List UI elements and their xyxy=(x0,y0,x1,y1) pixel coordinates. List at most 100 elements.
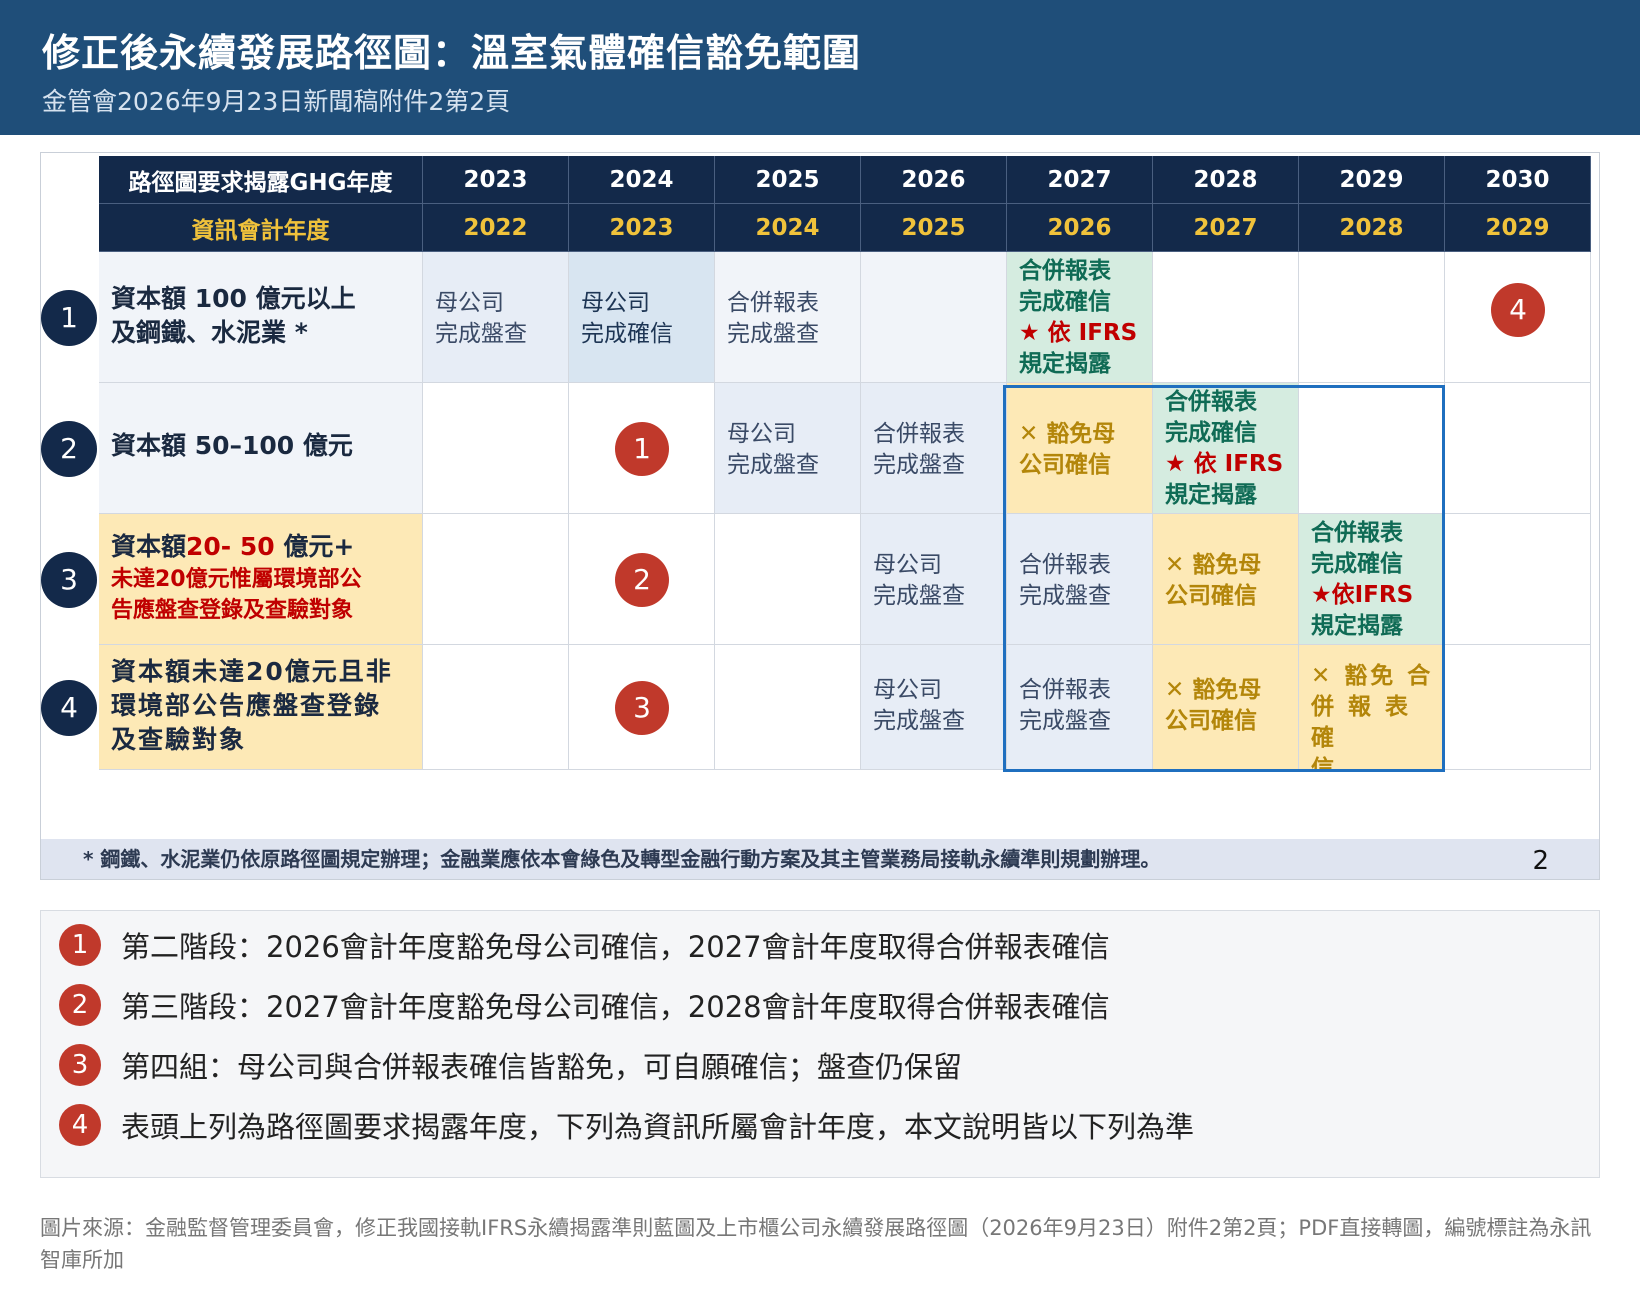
legend-badge-4: 4 xyxy=(59,1104,101,1146)
cell-row4-2025 xyxy=(715,645,861,770)
header-disclosure-label: 路徑圖要求揭露GHG年度 xyxy=(99,156,423,204)
legend-text: 第二階段：2026會計年度豁免母公司確信，2027會計年度取得合併報表確信 xyxy=(121,930,1110,964)
cell-line: 合併報表 xyxy=(1019,258,1111,284)
row-label-tail: 億元+ xyxy=(274,532,355,561)
cell-line: 規定揭露 xyxy=(1019,351,1111,377)
disclosure-year-2029: 2029 xyxy=(1299,156,1445,204)
cell-row2-2023 xyxy=(423,383,569,514)
cell-line: 完成盤查 xyxy=(873,452,965,478)
row-label-3: 資本額20- 50 億元+ 未達20億元惟屬環境部公 告應盤查登錄及查驗對象 xyxy=(99,514,423,645)
cell-row1-2024: 母公司 完成確信 xyxy=(569,252,715,383)
cell-row2-2025: 母公司 完成盤查 xyxy=(715,383,861,514)
row-label-2: 資本額 50–100 億元 xyxy=(99,383,423,514)
accounting-year-2028: 2028 xyxy=(1299,204,1445,252)
exempt-region-box xyxy=(1003,385,1445,772)
legend-text: 第四組：母公司與合併報表確信皆豁免，可自願確信；盤查仍保留 xyxy=(121,1050,963,1084)
accounting-year-2023: 2023 xyxy=(569,204,715,252)
cell-line: 母公司 xyxy=(435,290,504,316)
roadmap-table: 路徑圖要求揭露GHG年度 資訊會計年度 2023 2024 2025 2026 2027 20… xyxy=(99,156,1591,798)
legend-item-2: 2 第三階段：2027會計年度豁免母公司確信，2028會計年度取得合併報表確信 xyxy=(59,981,1110,1029)
row-label-subline: 未達20億元惟屬環境部公 xyxy=(111,567,362,592)
disclosure-year-2025: 2025 xyxy=(715,156,861,204)
row-label-line: 資本額 100 億元以上 xyxy=(111,284,356,313)
cell-row3-2026: 母公司 完成盤查 xyxy=(861,514,1007,645)
footnote: * 鋼鐵、水泥業仍依原路徑圖規定辦理；金融業應依本會綠色及轉型金融行動方案及其主… xyxy=(41,839,1599,879)
row-marker-2: 2 xyxy=(41,420,97,477)
cell-line: 母公司 xyxy=(727,421,796,447)
cell-line: 母公司 xyxy=(581,290,650,316)
page-header: 修正後永續發展路徑圖：溫室氣體確信豁免範圍 金管會2026年9月23日新聞稿附件… xyxy=(0,0,1640,135)
accounting-year-2029: 2029 xyxy=(1445,204,1591,252)
red-marker-1: 1 xyxy=(615,421,669,476)
row-label-subline: 告應盤查登錄及查驗對象 xyxy=(111,598,354,623)
cell-row1-2026 xyxy=(861,252,1007,383)
cell-line: 母公司 xyxy=(873,677,942,703)
row-label-line: 資本額20- 50 億元+ xyxy=(111,530,422,564)
legend-badge-1: 1 xyxy=(59,924,101,966)
cell-row2-2030 xyxy=(1445,383,1591,514)
page-number: 2 xyxy=(1532,846,1549,876)
disclosure-year-2028: 2028 xyxy=(1153,156,1299,204)
row-marker-3: 3 xyxy=(41,551,97,608)
row-label-line: 及鋼鐵、水泥業 * xyxy=(111,318,308,347)
cell-row3-2030 xyxy=(1445,514,1591,645)
cell-line: 母公司 xyxy=(873,552,942,578)
legend-item-1: 1 第二階段：2026會計年度豁免母公司確信，2027會計年度取得合併報表確信 xyxy=(59,921,1110,969)
accounting-year-2022: 2022 xyxy=(423,204,569,252)
cell-line: 完成盤查 xyxy=(873,708,965,734)
red-marker-3: 3 xyxy=(615,680,669,735)
cell-line: 完成盤查 xyxy=(873,583,965,609)
row-label-line: 環境部公告應盤查登錄 xyxy=(111,691,382,720)
row-label-main: 資本額 xyxy=(111,532,187,561)
roadmap-slide: 路徑圖要求揭露GHG年度 資訊會計年度 2023 2024 2025 2026 2027 20… xyxy=(40,152,1600,880)
cell-row1-2028 xyxy=(1153,252,1299,383)
cell-line: 完成確信 xyxy=(581,321,673,347)
cell-line: 完成盤查 xyxy=(435,321,527,347)
accounting-year-2025: 2025 xyxy=(861,204,1007,252)
red-marker-2: 2 xyxy=(615,552,669,607)
star-icon: ★ xyxy=(1019,320,1040,346)
cell-row3-2025 xyxy=(715,514,861,645)
header-accounting-label: 資訊會計年度 xyxy=(99,204,423,252)
legend-panel: 1 第二階段：2026會計年度豁免母公司確信，2027會計年度取得合併報表確信 2 第… xyxy=(40,910,1600,1178)
row-label-4: 資本額未達20億元且非 環境部公告應盤查登錄 及查驗對象 xyxy=(99,645,423,770)
disclosure-year-2024: 2024 xyxy=(569,156,715,204)
disclosure-year-2030: 2030 xyxy=(1445,156,1591,204)
cell-row4-2026: 母公司 完成盤查 xyxy=(861,645,1007,770)
cell-row1-2023: 母公司 完成盤查 xyxy=(423,252,569,383)
cell-line: ★ 依 IFRS xyxy=(1019,318,1152,349)
cell-row1-2029 xyxy=(1299,252,1445,383)
row-label-1: 資本額 100 億元以上 及鋼鐵、水泥業 * xyxy=(99,252,423,383)
row-label-line: 資本額 50–100 億元 xyxy=(111,431,353,460)
accounting-year-2024: 2024 xyxy=(715,204,861,252)
accounting-year-2027: 2027 xyxy=(1153,204,1299,252)
cell-row1-2027: 合併報表 完成確信 ★ 依 IFRS 規定揭露 xyxy=(1007,252,1153,383)
cell-line-rest: 依 IFRS xyxy=(1039,320,1138,346)
row-marker-4: 4 xyxy=(41,679,97,736)
legend-badge-2: 2 xyxy=(59,984,101,1026)
cell-row1-2025: 合併報表 完成盤查 xyxy=(715,252,861,383)
cell-row3-2023 xyxy=(423,514,569,645)
row-marker-1: 1 xyxy=(41,289,97,346)
row-label-line: 資本額未達20億元且非 xyxy=(111,657,393,686)
disclosure-year-2026: 2026 xyxy=(861,156,1007,204)
image-source: 圖片來源：金融監督管理委員會，修正我國接軌IFRS永續揭露準則藍圖及上市櫃公司永… xyxy=(40,1216,1592,1272)
legend-item-4: 4 表頭上列為路徑圖要求揭露年度，下列為資訊所屬會計年度，本文說明皆以下列為準 xyxy=(59,1101,1194,1149)
page-title: 修正後永續發展路徑圖：溫室氣體確信豁免範圍 xyxy=(42,31,862,75)
accounting-year-2026: 2026 xyxy=(1007,204,1153,252)
disclosure-year-2027: 2027 xyxy=(1007,156,1153,204)
row-label-line: 及查驗對象 xyxy=(111,725,247,754)
cell-row4-2030 xyxy=(1445,645,1591,770)
cell-row2-2026: 合併報表 完成盤查 xyxy=(861,383,1007,514)
legend-item-3: 3 第四組：母公司與合併報表確信皆豁免，可自願確信；盤查仍保留 xyxy=(59,1041,962,1089)
red-marker-4: 4 xyxy=(1491,282,1545,337)
cell-line: 完成確信 xyxy=(1019,289,1111,315)
cell-line: 完成盤查 xyxy=(727,452,819,478)
legend-badge-3: 3 xyxy=(59,1044,101,1086)
cell-row4-2023 xyxy=(423,645,569,770)
legend-text: 第三階段：2027會計年度豁免母公司確信，2028會計年度取得合併報表確信 xyxy=(121,990,1110,1024)
page-subtitle: 金管會2026年9月23日新聞稿附件2第2頁 xyxy=(42,87,511,116)
cell-line: 合併報表 xyxy=(873,421,965,447)
disclosure-year-2023: 2023 xyxy=(423,156,569,204)
row-label-range: 20- 50 xyxy=(186,532,275,561)
